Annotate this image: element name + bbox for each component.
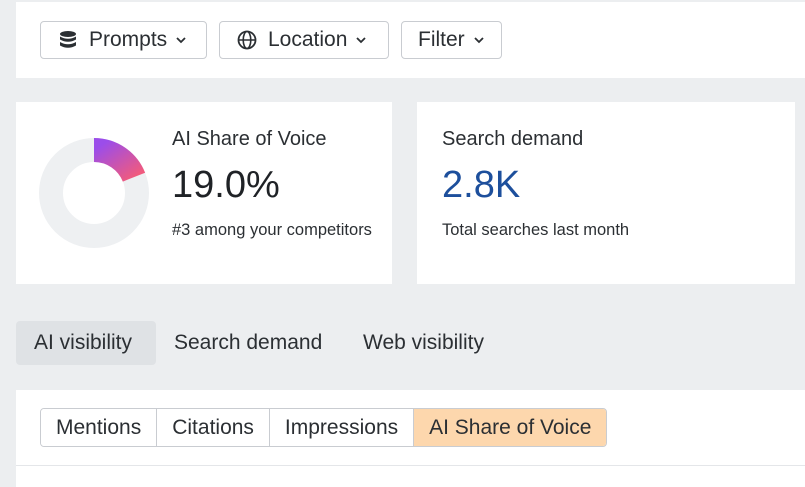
search-demand-title: Search demand [442,128,584,150]
globe-icon [236,29,258,51]
share-of-voice-value: 19.0% [172,164,280,206]
share-of-voice-title: AI Share of Voice [172,128,327,150]
location-label: Location [268,28,348,51]
location-dropdown-button[interactable]: Location [219,21,389,59]
metric-panel: Mentions Citations Impressions AI Share … [16,390,805,487]
tab-search-demand[interactable]: Search demand [156,321,340,365]
segment-citations[interactable]: Citations [157,409,270,446]
segment-mentions[interactable]: Mentions [41,409,158,446]
chevron-down-icon [175,34,187,46]
filter-bar: Prompts Location Filter [16,2,805,78]
segment-impressions[interactable]: Impressions [269,409,415,446]
divider [16,465,805,466]
database-icon [57,29,79,51]
prompts-dropdown-button[interactable]: Prompts [40,21,207,59]
search-demand-value: 2.8K [442,164,521,206]
chevron-down-icon [355,34,367,46]
chevron-down-icon [473,34,485,46]
segment-ai-share-of-voice[interactable]: AI Share of Voice [414,409,607,446]
search-demand-subtitle: Total searches last month [442,221,630,239]
filter-label: Filter [418,28,465,51]
share-of-voice-donut [39,138,149,248]
donut-value-arc [93,138,146,183]
share-of-voice-rank: #3 among your competitors [172,221,372,239]
tab-ai-visibility[interactable]: AI visibility [16,321,156,365]
prompts-label: Prompts [89,28,168,51]
share-of-voice-card: AI Share of Voice 19.0% #3 among your co… [16,102,392,284]
tab-web-visibility[interactable]: Web visibility [345,321,502,365]
search-demand-card: Search demand 2.8K Total searches last m… [417,102,795,284]
filter-dropdown-button[interactable]: Filter [401,21,502,59]
metric-segmented-control: Mentions Citations Impressions AI Share … [40,408,608,447]
